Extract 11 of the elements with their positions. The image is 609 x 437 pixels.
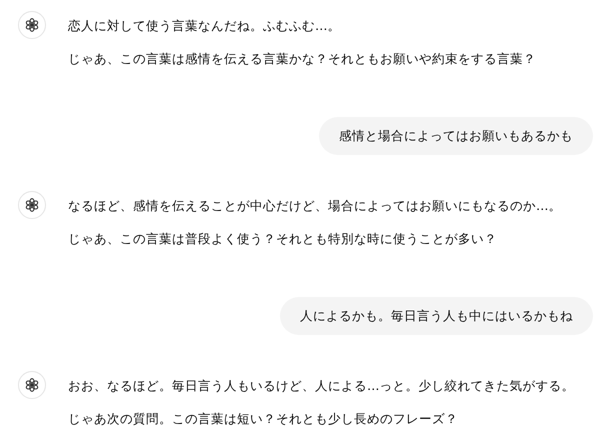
message-text: 恋人に対して使う言葉なんだね。ふむふむ…。 [68,17,342,35]
message-text: おお、なるほど。毎日言う人もいるけど、人による…っと。少し絞れてきた気がする。 [68,377,574,395]
user-message-bubble: 感情と場合によってはお願いもあるかも [319,117,593,155]
message-text: じゃあ次の質問。この言葉は短い？それとも少し長めのフレーズ？ [68,410,459,428]
user-message-bubble: 人によるかも。毎日言う人も中にはいるかもね [280,297,593,335]
knot-icon [24,17,40,33]
message-text: じゃあ、この言葉は普段よく使う？それとも特別な時に使うことが多い？ [68,230,498,248]
message-text: なるほど、感情を伝えることが中心だけど、場合によってはお願いにもなるのか…。 [68,197,562,215]
knot-icon [24,197,40,213]
knot-icon [24,377,40,393]
message-text: じゃあ、この言葉は感情を伝える言葉かな？それともお願いや約束をする言葉？ [68,50,536,68]
